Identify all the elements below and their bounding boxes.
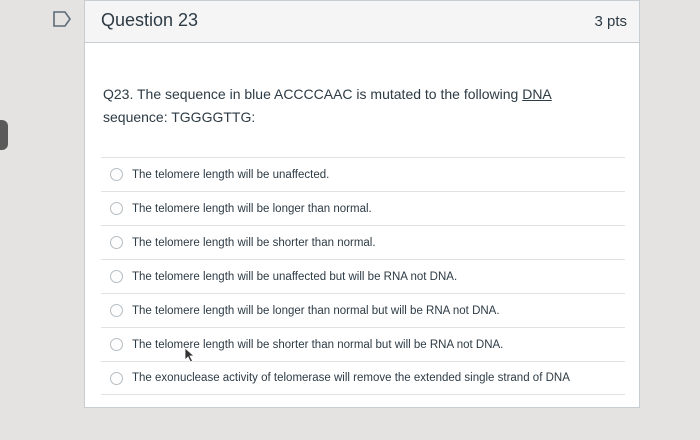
answer-label: The exonuclease activity of telomerase w… [132,372,570,384]
question-card: Question 23 3 pts Q23. The sequence in b… [84,0,640,408]
radio-button[interactable] [110,371,123,385]
question-header: Question 23 3 pts [85,1,639,43]
radio-button[interactable] [110,236,123,249]
question-text: Q23. The sequence in blue ACCCCAAC is mu… [103,83,603,129]
question-text-dna: DNA [522,86,552,102]
answer-option-3[interactable]: The telomere length will be shorter than… [101,225,625,259]
answer-label: The telomere length will be unaffected. [132,168,330,181]
mouse-cursor-icon [184,347,196,363]
answer-option-2[interactable]: The telomere length will be longer than … [101,191,625,225]
radio-button[interactable] [110,270,123,283]
answer-list: The telomere length will be unaffected. … [101,157,625,395]
answer-option-1[interactable]: The telomere length will be unaffected. [101,157,625,191]
question-title: Question 23 [101,10,199,30]
radio-button[interactable] [110,168,123,181]
answer-label: The telomere length will be longer than … [132,304,500,317]
question-points: 3 pts [594,13,627,30]
answer-option-4[interactable]: The telomere length will be unaffected b… [101,259,625,293]
answer-option-5[interactable]: The telomere length will be longer than … [101,293,625,327]
radio-button[interactable] [110,304,123,317]
page-edge-tab [0,120,8,150]
radio-button[interactable] [110,202,123,215]
question-text-line1: Q23. The sequence in blue ACCCCAAC is mu… [103,86,523,102]
answer-option-7[interactable]: The exonuclease activity of telomerase w… [101,361,625,395]
answer-label: The telomere length will be longer than … [132,202,372,215]
radio-button[interactable] [110,338,123,351]
question-text-line2: sequence: TGGGGTTG: [103,109,256,125]
answer-option-6[interactable]: The telomere length will be shorter than… [101,327,625,361]
answer-label: The telomere length will be shorter than… [132,236,376,249]
flag-icon[interactable] [52,10,72,28]
answer-label: The telomere length will be unaffected b… [132,270,458,283]
